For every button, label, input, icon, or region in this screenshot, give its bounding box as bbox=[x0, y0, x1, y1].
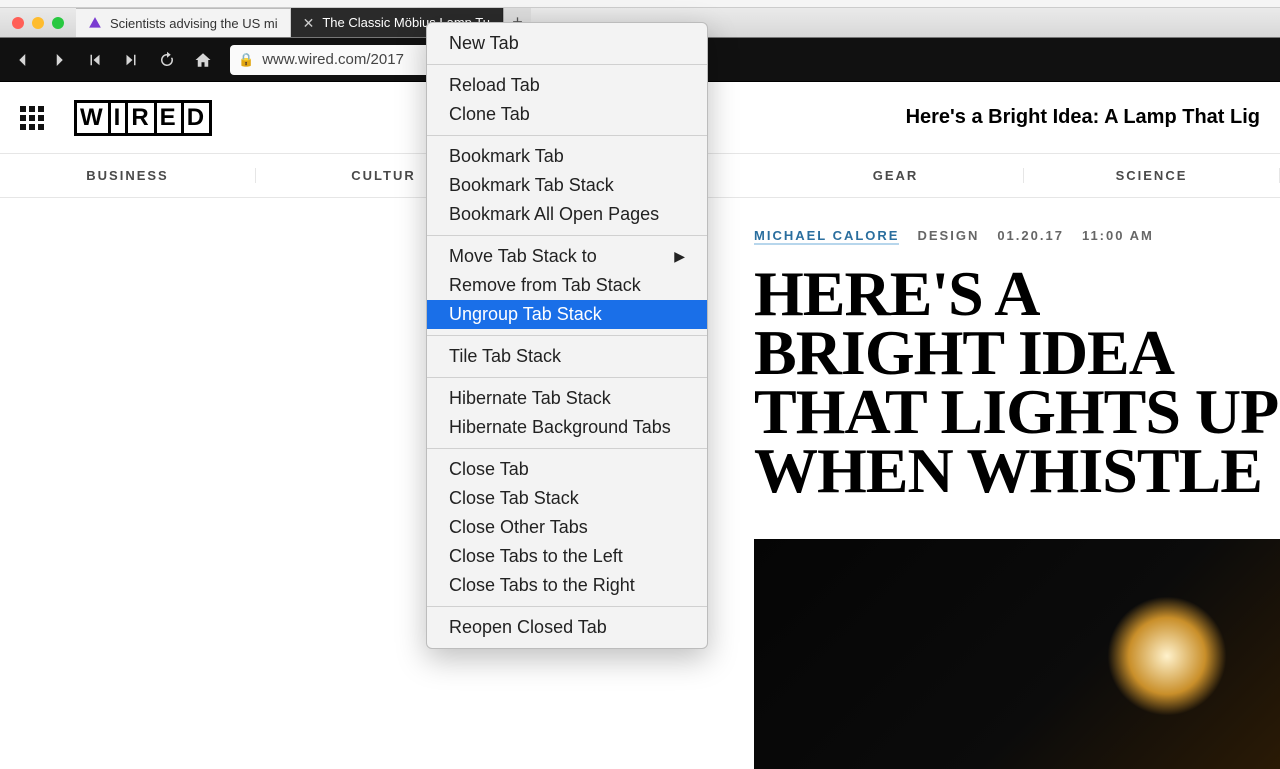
menu-item[interactable]: Ungroup Tab Stack bbox=[427, 300, 707, 329]
menu-item[interactable]: Bookmark All Open Pages bbox=[427, 200, 707, 229]
reload-button[interactable] bbox=[152, 45, 182, 75]
category-tab[interactable]: SCIENCE bbox=[1024, 168, 1280, 183]
window-controls bbox=[0, 8, 76, 37]
menu-item-label: Bookmark All Open Pages bbox=[449, 204, 659, 225]
menu-item[interactable]: Bookmark Tab Stack bbox=[427, 171, 707, 200]
menu-item-label: Close Tabs to the Right bbox=[449, 575, 635, 596]
forward-button[interactable] bbox=[44, 45, 74, 75]
menu-item[interactable]: Close Other Tabs bbox=[427, 513, 707, 542]
menu-item-label: Remove from Tab Stack bbox=[449, 275, 641, 296]
menu-item[interactable]: Close Tab Stack bbox=[427, 484, 707, 513]
close-window-icon[interactable] bbox=[12, 17, 24, 29]
menu-item-label: Hibernate Background Tabs bbox=[449, 417, 671, 438]
menu-item[interactable]: New Tab bbox=[427, 29, 707, 58]
submenu-arrow-icon: ▶ bbox=[674, 248, 685, 265]
zoom-window-icon[interactable] bbox=[52, 17, 64, 29]
menu-item-label: Bookmark Tab bbox=[449, 146, 564, 167]
menu-item[interactable]: Move Tab Stack to ▶ bbox=[427, 242, 707, 271]
menu-item-label: Hibernate Tab Stack bbox=[449, 388, 611, 409]
menu-item[interactable]: Bookmark Tab bbox=[427, 142, 707, 171]
wired-logo[interactable]: WIRED bbox=[74, 100, 209, 136]
publish-date: 01.20.17 bbox=[997, 228, 1064, 245]
menu-item-label: New Tab bbox=[449, 33, 519, 54]
menu-item[interactable]: Hibernate Background Tabs bbox=[427, 413, 707, 442]
favicon-icon bbox=[88, 16, 102, 30]
back-button[interactable] bbox=[8, 45, 38, 75]
tab-title: Scientists advising the US mi bbox=[110, 16, 278, 31]
menu-item[interactable]: Close Tabs to the Right bbox=[427, 571, 707, 600]
lock-icon: 🔒 bbox=[238, 52, 254, 68]
menu-item-label: Reload Tab bbox=[449, 75, 540, 96]
tab-context-menu: New Tab Reload Tab Clone Tab Bookmark Tab Bo… bbox=[426, 22, 708, 649]
author-link[interactable]: MICHAEL CALORE bbox=[754, 228, 899, 245]
menu-item-label: Bookmark Tab Stack bbox=[449, 175, 614, 196]
rewind-button[interactable] bbox=[80, 45, 110, 75]
url-input[interactable] bbox=[262, 51, 422, 68]
menu-item-label: Close Tab bbox=[449, 459, 529, 480]
byline: MICHAEL CALORE DESIGN 01.20.17 11:00 AM bbox=[754, 228, 1280, 245]
category-tab[interactable]: GEAR bbox=[768, 168, 1024, 183]
home-button[interactable] bbox=[188, 45, 218, 75]
menu-item[interactable]: Close Tabs to the Left bbox=[427, 542, 707, 571]
menu-item-label: Close Tab Stack bbox=[449, 488, 579, 509]
menu-grid-icon[interactable] bbox=[20, 103, 50, 133]
menu-item-label: Reopen Closed Tab bbox=[449, 617, 607, 638]
menu-item-label: Ungroup Tab Stack bbox=[449, 304, 602, 325]
menu-item-label: Close Tabs to the Left bbox=[449, 546, 623, 567]
hero-image bbox=[754, 539, 1280, 769]
tab-inactive[interactable]: Scientists advising the US mi bbox=[76, 8, 291, 37]
menu-item[interactable]: Close Tab bbox=[427, 455, 707, 484]
menu-item-label: Close Other Tabs bbox=[449, 517, 588, 538]
menu-item[interactable]: Clone Tab bbox=[427, 100, 707, 129]
close-tab-icon[interactable]: ✕ bbox=[303, 16, 315, 30]
menu-item[interactable]: Reload Tab bbox=[427, 71, 707, 100]
menu-item-label: Tile Tab Stack bbox=[449, 346, 561, 367]
section-label: DESIGN bbox=[917, 228, 979, 245]
menu-item[interactable]: Hibernate Tab Stack bbox=[427, 384, 707, 413]
fastforward-button[interactable] bbox=[116, 45, 146, 75]
menu-item-label: Move Tab Stack to bbox=[449, 246, 597, 267]
menu-item-label: Clone Tab bbox=[449, 104, 530, 125]
menu-item[interactable]: Reopen Closed Tab bbox=[427, 613, 707, 642]
publish-time: 11:00 AM bbox=[1082, 228, 1154, 245]
address-bar[interactable]: 🔒 bbox=[230, 45, 430, 75]
header-story-title: Here's a Bright Idea: A Lamp That Lig bbox=[906, 106, 1260, 129]
article-headline: HERE'S A BRIGHT IDEA THAT LIGHTS UP WHEN… bbox=[754, 265, 1280, 501]
menu-item[interactable]: Tile Tab Stack bbox=[427, 342, 707, 371]
category-tab[interactable]: BUSINESS bbox=[0, 168, 256, 183]
menu-item[interactable]: Remove from Tab Stack bbox=[427, 271, 707, 300]
minimize-window-icon[interactable] bbox=[32, 17, 44, 29]
